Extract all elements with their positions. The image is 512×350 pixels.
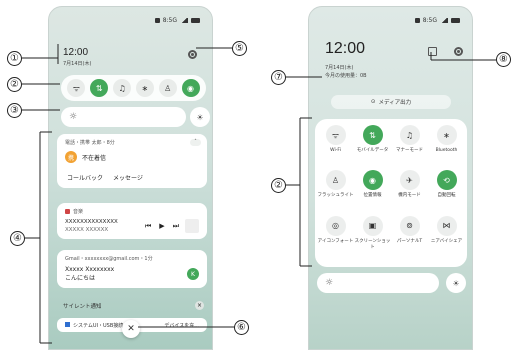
callout-lines [22, 44, 496, 344]
callout-7: ⑦ [271, 70, 286, 85]
callout-2: ② [7, 77, 22, 92]
callout-4: ④ [10, 231, 25, 246]
callout-6: ⑥ [234, 320, 249, 335]
callout-2-right: ② [271, 178, 286, 193]
callout-8: ⑧ [496, 52, 511, 67]
callout-5: ⑤ [232, 41, 247, 56]
callout-1: ① [7, 51, 22, 66]
callout-3: ③ [7, 103, 22, 118]
